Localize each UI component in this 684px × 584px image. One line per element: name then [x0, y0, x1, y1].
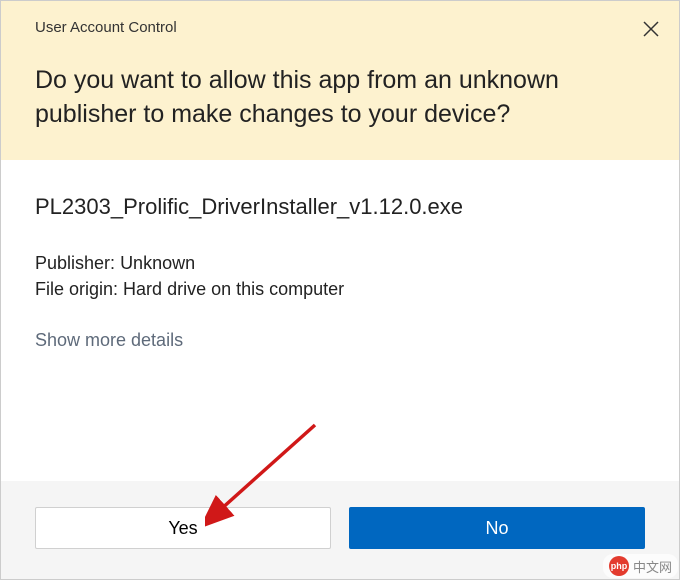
no-button[interactable]: No — [349, 507, 645, 549]
publisher-label: Publisher: — [35, 253, 115, 273]
dialog-body: PL2303_Prolific_DriverInstaller_v1.12.0.… — [1, 160, 679, 482]
watermark-text: 中文网 — [633, 557, 672, 576]
publisher-line: Publisher: Unknown — [35, 250, 645, 276]
origin-value: Hard drive on this computer — [123, 279, 344, 299]
app-name: PL2303_Prolific_DriverInstaller_v1.12.0.… — [35, 194, 645, 220]
uac-dialog: User Account Control Do you want to allo… — [0, 0, 680, 580]
dialog-question: Do you want to allow this app from an un… — [35, 64, 645, 132]
dialog-title: User Account Control — [35, 19, 645, 36]
publisher-value: Unknown — [120, 253, 195, 273]
close-icon[interactable] — [641, 19, 661, 39]
dialog-header: User Account Control Do you want to allo… — [1, 1, 679, 160]
origin-line: File origin: Hard drive on this computer — [35, 276, 645, 302]
yes-button[interactable]: Yes — [35, 507, 331, 549]
show-more-details-link[interactable]: Show more details — [35, 330, 183, 351]
watermark: php 中文网 — [603, 554, 678, 578]
watermark-badge: php — [609, 556, 629, 576]
dialog-footer: Yes No — [1, 481, 679, 579]
origin-label: File origin: — [35, 279, 118, 299]
